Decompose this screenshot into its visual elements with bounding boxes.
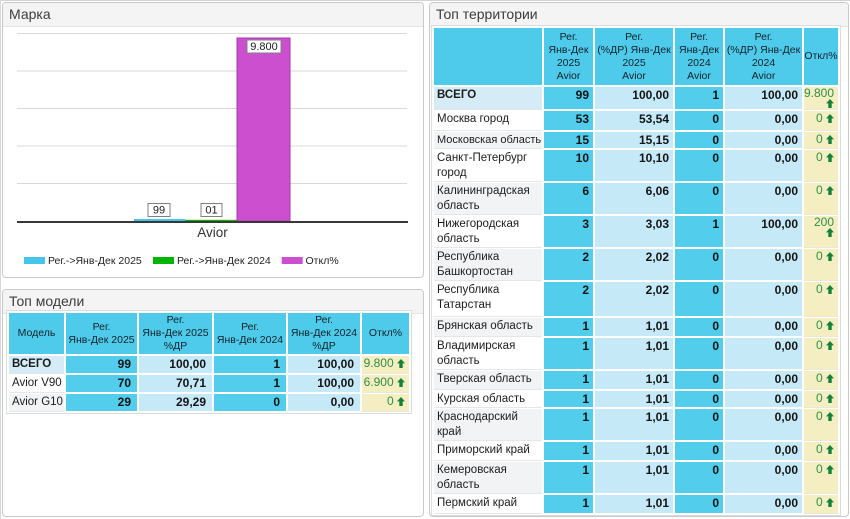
svg-text:Откл%: Откл% xyxy=(306,255,339,267)
svg-text:01: 01 xyxy=(205,205,217,217)
svg-text:9.800: 9.800 xyxy=(250,41,278,53)
svg-text:Avior: Avior xyxy=(197,225,228,240)
svg-text:Рег.->Янв-Дек 2024: Рег.->Янв-Дек 2024 xyxy=(177,255,271,267)
svg-text:Рег.->Янв-Дек 2025: Рег.->Янв-Дек 2025 xyxy=(48,255,142,267)
svg-text:99: 99 xyxy=(153,205,165,217)
